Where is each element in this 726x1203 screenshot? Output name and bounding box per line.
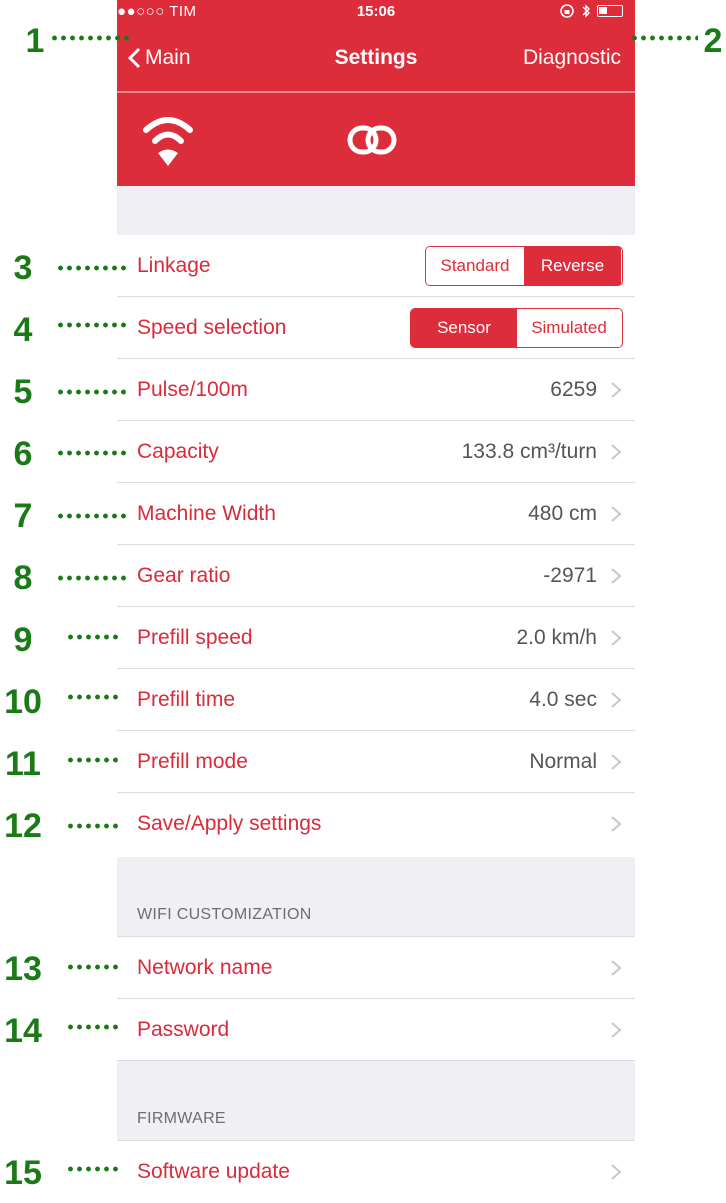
row-prefill-mode[interactable]: Prefill mode Normal xyxy=(117,731,635,793)
segment-standard[interactable]: Standard xyxy=(426,247,524,285)
row-speed-selection: Speed selection Sensor Simulated xyxy=(117,297,635,359)
annotation-leader xyxy=(56,450,128,456)
link-icon[interactable] xyxy=(347,122,397,158)
bluetooth-icon xyxy=(582,4,590,18)
section-header-firmware: FIRMWARE xyxy=(137,1110,226,1127)
row-prefill-speed[interactable]: Prefill speed 2.0 km/h xyxy=(117,607,635,669)
annotation-number: 6 xyxy=(13,435,33,473)
annotation-leader xyxy=(66,964,122,970)
annotation-leader xyxy=(56,575,128,581)
setting-value: 133.8 cm³/turn xyxy=(461,440,597,463)
annotation-leader xyxy=(66,1166,122,1172)
annotation-leader xyxy=(630,35,698,41)
row-save-apply[interactable]: Save/Apply settings xyxy=(117,793,635,855)
annotation-number: 2 xyxy=(703,22,723,60)
settings-group: Linkage Standard Reverse Speed selection… xyxy=(117,235,635,857)
firmware-group: Software update xyxy=(117,1140,635,1203)
chevron-right-icon xyxy=(611,568,622,584)
annotation-number: 10 xyxy=(4,683,42,721)
annotation-number: 4 xyxy=(13,311,33,349)
linkage-label: Linkage xyxy=(137,254,211,277)
row-network-name[interactable]: Network name xyxy=(117,937,635,999)
annotation-number: 12 xyxy=(4,807,42,845)
setting-label: Password xyxy=(137,1018,230,1041)
annotation-leader xyxy=(66,1024,122,1030)
setting-label: Gear ratio xyxy=(137,564,231,587)
header-bar: ●●○○○ TIM 15:06 Main Settings Diagnostic xyxy=(117,0,635,186)
settings-screen: ●●○○○ TIM 15:06 Main Settings Diagnostic… xyxy=(117,0,635,1203)
setting-value: 480 cm xyxy=(528,502,597,525)
battery-icon xyxy=(597,5,623,17)
nav-divider xyxy=(117,91,635,93)
chevron-right-icon xyxy=(611,1164,622,1180)
setting-label: Pulse/100m xyxy=(137,378,248,401)
annotation-leader xyxy=(56,322,128,328)
segment-reverse[interactable]: Reverse xyxy=(524,247,621,285)
annotation-number: 15 xyxy=(4,1154,42,1192)
row-gear-ratio[interactable]: Gear ratio -2971 xyxy=(117,545,635,607)
segment-simulated[interactable]: Simulated xyxy=(517,309,621,347)
annotation-leader xyxy=(56,513,128,519)
row-prefill-time[interactable]: Prefill time 4.0 sec xyxy=(117,669,635,731)
wifi-icon[interactable] xyxy=(142,108,194,170)
row-pulse[interactable]: Pulse/100m 6259 xyxy=(117,359,635,421)
chevron-right-icon xyxy=(611,816,622,832)
diagnostic-button[interactable]: Diagnostic xyxy=(523,46,621,70)
row-software-update[interactable]: Software update xyxy=(117,1141,635,1203)
setting-label: Save/Apply settings xyxy=(137,812,322,835)
annotation-leader xyxy=(56,265,128,271)
chevron-right-icon xyxy=(611,506,622,522)
annotation-leader xyxy=(56,389,128,395)
setting-label: Network name xyxy=(137,956,273,979)
row-password[interactable]: Password xyxy=(117,999,635,1061)
wifi-group: Network name Password xyxy=(117,936,635,1061)
annotation-number: 5 xyxy=(13,373,33,411)
setting-value: -2971 xyxy=(543,564,597,587)
linkage-segmented-control: Standard Reverse xyxy=(425,246,623,286)
setting-label: Prefill time xyxy=(137,688,236,711)
setting-label: Machine Width xyxy=(137,502,276,525)
annotation-number: 8 xyxy=(13,559,33,597)
annotation-number: 11 xyxy=(5,745,41,783)
setting-label: Prefill mode xyxy=(137,750,248,773)
setting-label: Prefill speed xyxy=(137,626,253,649)
annotation-leader xyxy=(66,757,122,763)
row-capacity[interactable]: Capacity 133.8 cm³/turn xyxy=(117,421,635,483)
status-time: 15:06 xyxy=(356,3,396,20)
setting-value: Normal xyxy=(529,750,597,773)
chevron-right-icon xyxy=(611,444,622,460)
annotation-number: 14 xyxy=(4,1012,42,1050)
row-linkage: Linkage Standard Reverse xyxy=(117,235,635,297)
chevron-right-icon xyxy=(611,960,622,976)
setting-label: Software update xyxy=(137,1160,290,1183)
status-bar: ●●○○○ TIM 15:06 xyxy=(117,0,635,26)
annotation-number: 13 xyxy=(4,950,42,988)
annotation-number: 3 xyxy=(13,249,33,287)
setting-value: 4.0 sec xyxy=(529,688,597,711)
chevron-right-icon xyxy=(611,630,622,646)
navigation-bar: Main Settings Diagnostic xyxy=(117,30,635,90)
annotation-leader xyxy=(66,634,122,640)
annotation-leader xyxy=(50,35,132,41)
setting-value: 2.0 km/h xyxy=(516,626,597,649)
chevron-right-icon xyxy=(611,1022,622,1038)
chevron-right-icon xyxy=(611,754,622,770)
annotation-number: 7 xyxy=(13,497,33,535)
setting-label: Capacity xyxy=(137,440,219,463)
rotation-lock-icon xyxy=(560,4,574,18)
annotation-leader xyxy=(66,823,122,829)
status-icons xyxy=(559,3,623,19)
annotation-number: 1 xyxy=(25,22,45,60)
speed-segmented-control: Sensor Simulated xyxy=(410,308,623,348)
segment-sensor[interactable]: Sensor xyxy=(411,309,517,347)
chevron-right-icon xyxy=(611,382,622,398)
row-machine-width[interactable]: Machine Width 480 cm xyxy=(117,483,635,545)
annotation-leader xyxy=(66,694,122,700)
chevron-right-icon xyxy=(611,692,622,708)
section-header-wifi: WIFI CUSTOMIZATION xyxy=(137,906,312,923)
speed-selection-label: Speed selection xyxy=(137,316,287,339)
setting-value: 6259 xyxy=(550,378,597,401)
annotation-number: 9 xyxy=(13,621,33,659)
